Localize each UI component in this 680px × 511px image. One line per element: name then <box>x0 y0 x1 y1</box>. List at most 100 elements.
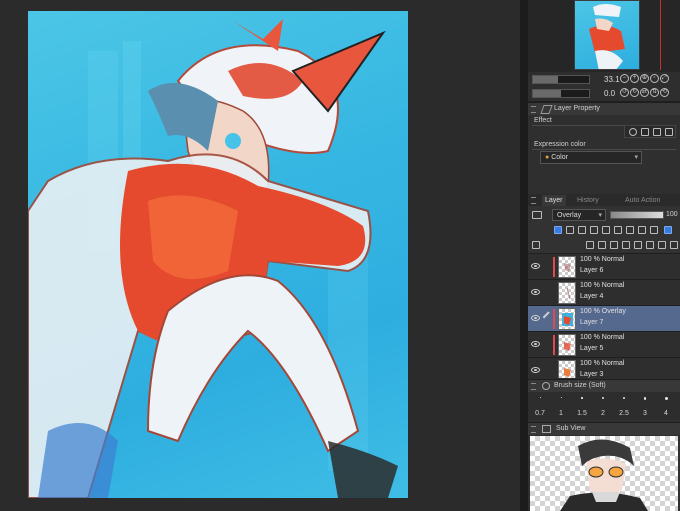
rotation-slider[interactable] <box>532 89 590 98</box>
expression-color-select[interactable]: ● Color ▾ <box>540 151 642 164</box>
new-mask-icon[interactable] <box>646 241 654 249</box>
clip-to-layer-icon[interactable] <box>554 226 562 234</box>
actual-size-icon[interactable]: ▫ <box>650 74 659 84</box>
artwork-canvas[interactable] <box>28 11 408 498</box>
eye-icon[interactable] <box>531 315 540 321</box>
brush-size-option[interactable]: 4 <box>657 394 675 418</box>
fit-view-icon[interactable]: ⊕ <box>640 74 649 84</box>
color-swatch-icon[interactable] <box>664 226 672 234</box>
navigator-preview[interactable] <box>528 0 680 72</box>
brush-size-option[interactable]: 3 <box>636 394 654 418</box>
fit-window-icon[interactable]: ⤢ <box>660 74 669 84</box>
draft-layer-icon[interactable] <box>578 226 586 234</box>
layer-color-effect-icon[interactable] <box>653 128 661 136</box>
panel-grip-icon[interactable] <box>531 197 536 204</box>
canvas-area[interactable] <box>0 0 520 511</box>
layer-property-header[interactable]: Layer Property <box>528 102 680 115</box>
brush-size-option[interactable]: 1.5 <box>573 394 591 418</box>
layer-row[interactable]: 100 % Normal Layer 3 <box>528 358 680 378</box>
reset-view-icon[interactable]: ⟲ <box>660 88 669 98</box>
lock-transparent-icon[interactable] <box>602 226 610 234</box>
layer-property-icon <box>540 105 553 114</box>
opacity-value[interactable]: 100 <box>666 211 678 218</box>
layer-row[interactable]: 100 % Normal Layer 5 <box>528 332 680 358</box>
panel-splitter[interactable] <box>520 0 528 511</box>
zoom-value[interactable]: 33.1 <box>604 75 620 84</box>
brush-size-value: 1 <box>559 410 563 417</box>
eye-icon[interactable] <box>531 367 540 373</box>
layer-name[interactable]: Layer 4 <box>580 293 603 300</box>
extract-line-effect-icon[interactable] <box>665 128 673 136</box>
layer-color-icon[interactable] <box>650 226 658 234</box>
layer-blend-info: 100 % Overlay <box>580 308 626 315</box>
layer-thumbnail-mark <box>566 287 571 300</box>
flip-horizontal-icon[interactable]: ⇄ <box>640 88 649 98</box>
border-effect-icon[interactable] <box>629 128 637 136</box>
layer-settings-icon[interactable] <box>532 241 540 249</box>
layer-row[interactable]: 100 % Normal Layer 4 <box>528 280 680 306</box>
transfer-down-icon[interactable] <box>622 241 630 249</box>
delete-layer-icon[interactable] <box>670 241 678 249</box>
panel-grip-icon[interactable] <box>531 106 536 113</box>
tone-effect-icon[interactable] <box>641 128 649 136</box>
new-vector-layer-icon[interactable] <box>598 241 606 249</box>
zoom-slider[interactable] <box>532 75 590 84</box>
sub-view-header[interactable]: Sub View <box>528 422 680 435</box>
eye-icon[interactable] <box>531 263 540 269</box>
layer-thumbnail <box>558 360 576 378</box>
tab-layer[interactable]: Layer <box>542 195 566 206</box>
apply-mask-icon[interactable] <box>658 241 666 249</box>
layer-thumbnail-mark <box>564 263 571 272</box>
brush-size-dot <box>623 397 625 399</box>
layer-blend-info: 100 % Normal <box>580 282 625 289</box>
brush-size-dot <box>602 397 604 399</box>
lock-layer-icon[interactable] <box>590 226 598 234</box>
new-raster-layer-icon[interactable] <box>586 241 594 249</box>
layer-name[interactable]: Layer 6 <box>580 267 603 274</box>
expression-color-label: Expression color <box>534 141 586 148</box>
layer-row[interactable]: 100 % Normal Layer 6 <box>528 254 680 280</box>
reference-layer-icon[interactable] <box>566 226 574 234</box>
brush-size-option[interactable]: 1 <box>552 394 570 418</box>
brush-size-option[interactable]: 2.5 <box>615 394 633 418</box>
ruler-icon[interactable] <box>626 226 634 234</box>
tab-auto-action[interactable]: Auto Action <box>622 195 663 206</box>
brush-size-dot <box>560 397 562 398</box>
new-folder-icon[interactable] <box>610 241 618 249</box>
panel-grip-icon[interactable] <box>531 426 536 433</box>
rotation-slider-fill <box>533 90 561 97</box>
brush-size-value: 3 <box>643 410 647 417</box>
rotate-left-icon[interactable]: ↺ <box>620 88 629 98</box>
zoom-slider-fill <box>533 76 559 83</box>
brush-size-header[interactable]: Brush size (Soft) <box>528 379 680 392</box>
flip-vertical-icon[interactable]: ⇅ <box>650 88 659 98</box>
zoom-out-icon[interactable]: − <box>620 74 629 84</box>
opacity-slider-fill <box>611 212 663 218</box>
reset-rotation-icon[interactable]: ↻ <box>630 88 639 98</box>
panel-menu-icon[interactable] <box>532 211 542 219</box>
layer-name[interactable]: Layer 5 <box>580 345 603 352</box>
layer-blend-info: 100 % Normal <box>580 334 625 341</box>
layer-name[interactable]: Layer 7 <box>580 319 603 326</box>
navigator-thumbnail[interactable] <box>574 0 640 70</box>
layer-name[interactable]: Layer 3 <box>580 371 603 378</box>
eye-icon[interactable] <box>531 289 540 295</box>
sub-view-reference[interactable] <box>530 436 678 511</box>
layer-list[interactable]: 100 % Normal Layer 6 100 % Normal Layer … <box>528 254 680 378</box>
panel-grip-icon[interactable] <box>531 383 536 390</box>
opacity-slider[interactable] <box>610 211 664 219</box>
clipping-indicator <box>553 335 555 355</box>
blend-mode-select[interactable]: Overlay ▾ <box>552 209 606 221</box>
palette-color-icon[interactable] <box>638 226 646 234</box>
brush-size-option[interactable]: 0.7 <box>531 394 549 418</box>
merge-down-icon[interactable] <box>634 241 642 249</box>
mask-icon[interactable] <box>614 226 622 234</box>
brush-size-option[interactable]: 2 <box>594 394 612 418</box>
zoom-in-icon[interactable]: + <box>630 74 639 84</box>
layer-property-title: Layer Property <box>554 105 600 112</box>
sub-view-image <box>560 439 648 511</box>
rotation-value[interactable]: 0.0 <box>604 89 615 98</box>
tab-history[interactable]: History <box>574 195 602 206</box>
layer-row-selected[interactable]: 100 % Overlay Layer 7 <box>528 306 680 332</box>
eye-icon[interactable] <box>531 341 540 347</box>
